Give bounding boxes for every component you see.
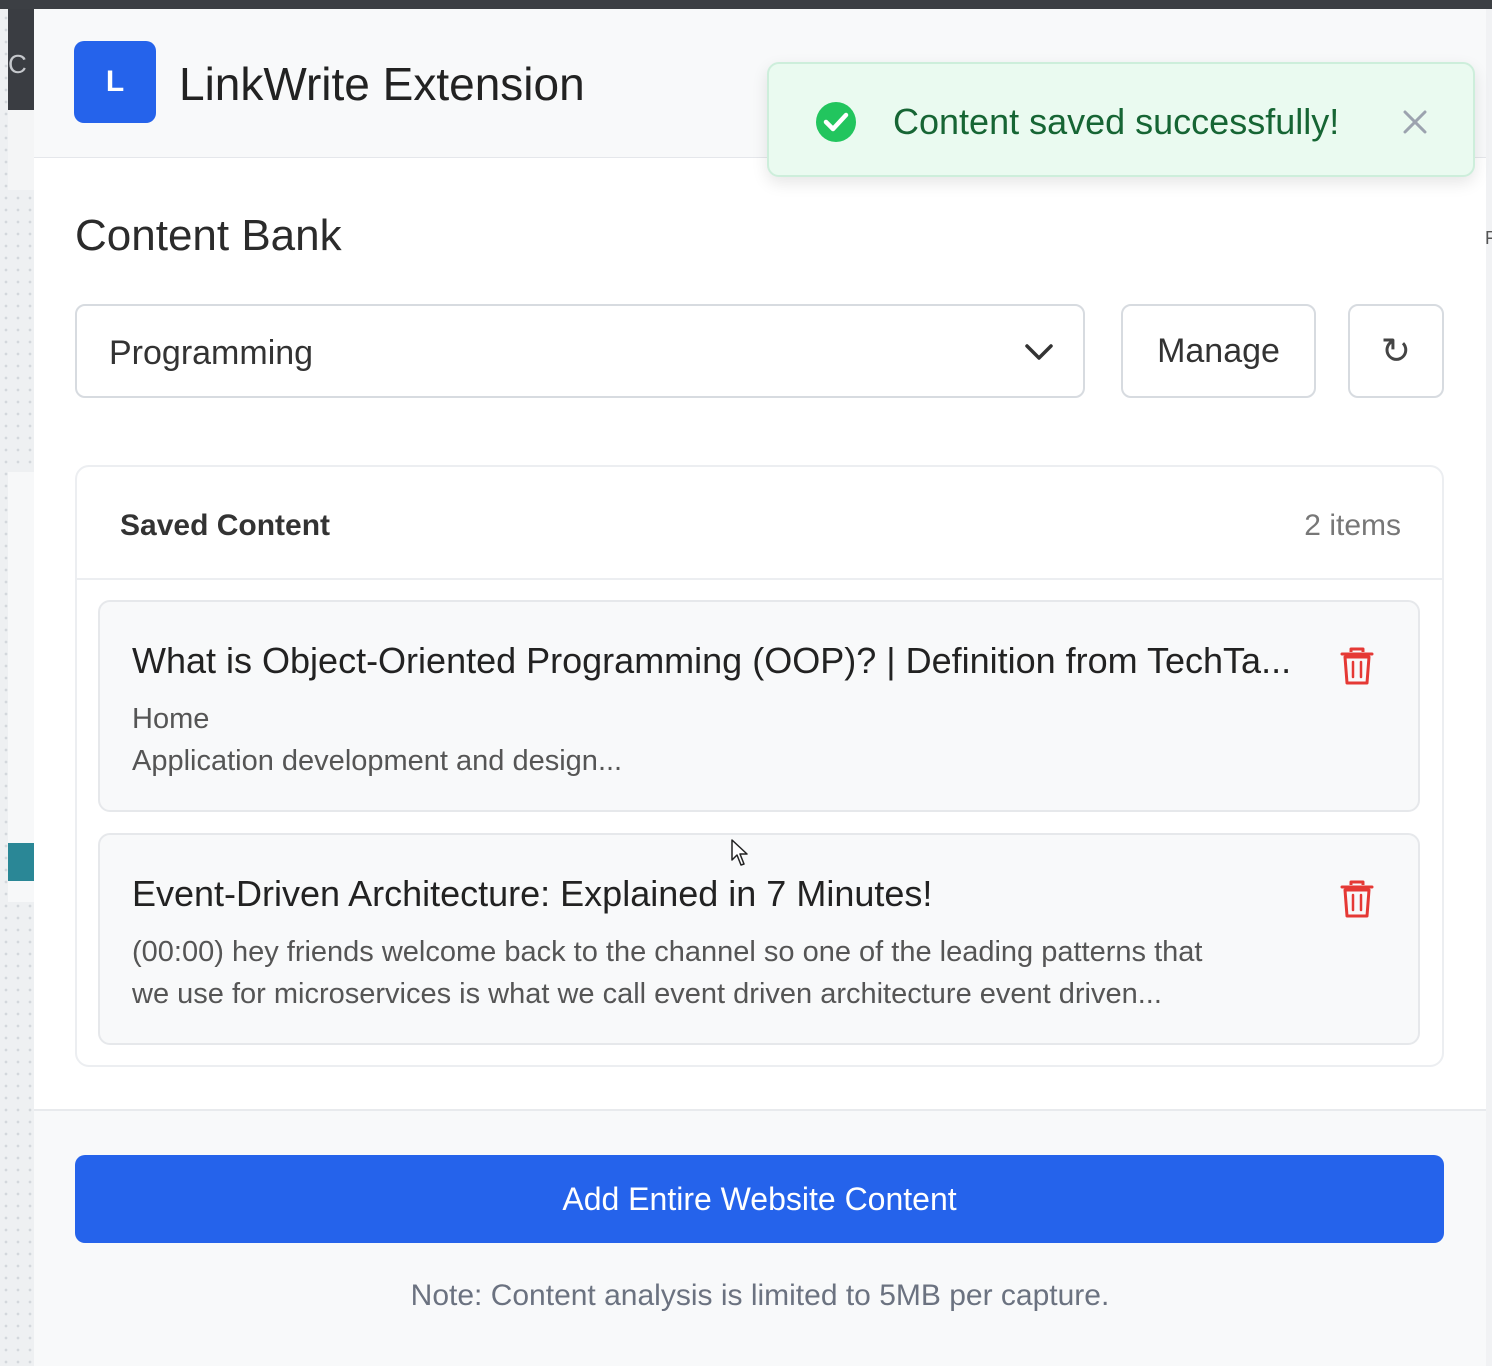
check-circle-icon	[816, 102, 856, 142]
saved-content-title: Saved Content	[120, 509, 331, 542]
refresh-button[interactable]: ↻	[1348, 304, 1444, 398]
saved-content-panel: Saved Content 2 items What is Object-Ori…	[75, 465, 1444, 1067]
capture-limit-note: Note: Content analysis is limited to 5MB…	[410, 1279, 1110, 1312]
saved-item-excerpt-line: we use for microservices is what we call…	[132, 978, 1162, 1010]
success-toast: Content saved successfully!	[767, 62, 1475, 177]
app-title: LinkWrite Extension	[179, 58, 585, 110]
saved-item-excerpt-line: (00:00) hey friends welcome back to the …	[132, 936, 1203, 968]
saved-item-title: Event-Driven Architecture: Explained in …	[132, 873, 933, 914]
host-page-edge-pale	[8, 110, 34, 190]
saved-content-header: Saved Content 2 items	[77, 467, 1442, 580]
chevron-down-icon	[1025, 344, 1053, 360]
saved-item[interactable]: Event-Driven Architecture: Explained in …	[98, 833, 1420, 1045]
category-select-value: Programming	[109, 334, 314, 372]
close-icon[interactable]	[1397, 104, 1433, 140]
host-page-accent	[8, 843, 34, 881]
mouse-cursor-icon	[731, 839, 748, 866]
refresh-icon: ↻	[1380, 330, 1412, 372]
saved-item-excerpt: (00:00) hey friends welcome back to the …	[132, 931, 1312, 1015]
extension-popup: L LinkWrite Extension Content Bank Progr…	[34, 9, 1486, 1366]
add-website-content-button[interactable]: Add Entire Website Content	[75, 1155, 1444, 1243]
manage-button[interactable]: Manage	[1121, 304, 1316, 398]
toast-message: Content saved successfully!	[893, 101, 1340, 142]
saved-item-title: What is Object-Oriented Programming (OOP…	[132, 640, 1292, 681]
saved-content-count: 2 items	[1304, 509, 1401, 542]
trash-icon[interactable]	[1338, 646, 1376, 686]
saved-item-excerpt-line: Application development and design...	[132, 745, 623, 777]
category-select[interactable]: Programming	[75, 304, 1085, 398]
host-page-right-edge	[1486, 9, 1492, 1366]
saved-item-excerpt-line: Home	[132, 703, 210, 735]
saved-item-excerpt: Home Application development and design.…	[132, 698, 1312, 782]
host-page-topbar	[0, 0, 1492, 9]
content-bank-title: Content Bank	[75, 211, 342, 260]
host-page-edge: C	[8, 9, 34, 110]
host-page-right-mark: F	[1485, 228, 1492, 248]
app-logo: L	[74, 41, 156, 123]
popup-footer: Add Entire Website Content Note: Content…	[34, 1109, 1486, 1366]
saved-item[interactable]: What is Object-Oriented Programming (OOP…	[98, 600, 1420, 812]
host-page-panel	[8, 472, 34, 902]
trash-icon[interactable]	[1338, 879, 1376, 919]
